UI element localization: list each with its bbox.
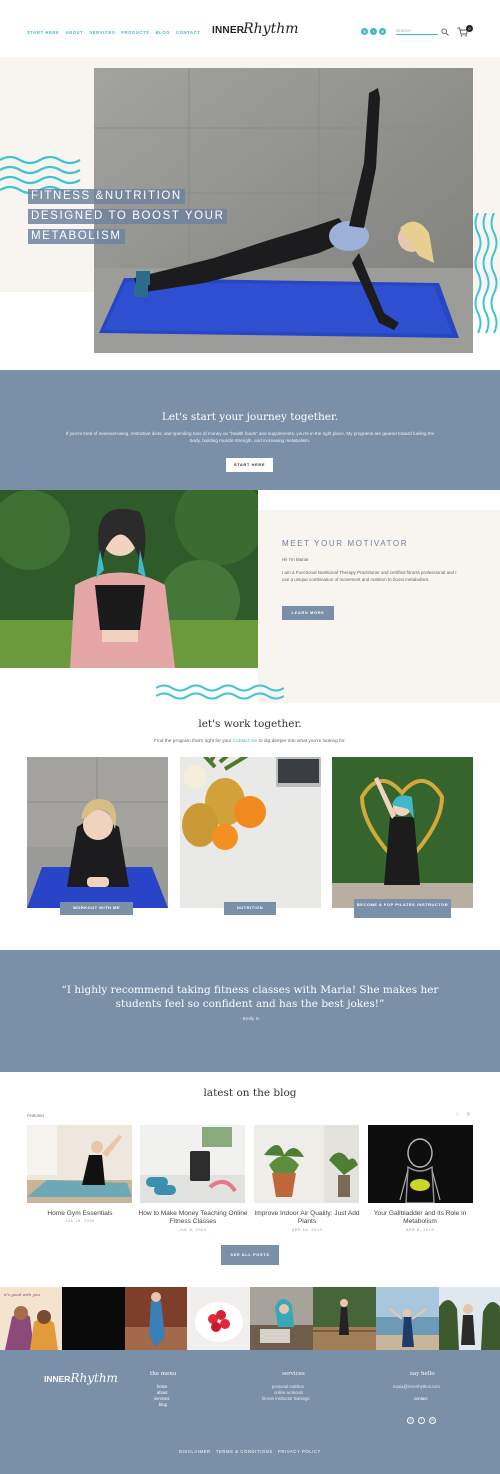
blog-post-title[interactable]: Improve Indoor Air Quality: Just Add Pla… xyxy=(252,1210,362,1226)
wave-decoration-right xyxy=(474,213,498,334)
site-logo[interactable]: INNER Rhythm xyxy=(212,22,299,36)
program-card-pilates[interactable] xyxy=(332,757,473,908)
footer-email-link[interactable]: maria@innerrhythmi.com xyxy=(393,1384,440,1390)
instagram-tile[interactable]: it's good with you xyxy=(0,1287,63,1350)
search-input[interactable]: SEARCH xyxy=(396,29,438,35)
cart-count-badge: 0 xyxy=(466,25,473,32)
main-nav: START HERE ABOUT SERVICES PRODUCTS BLOG … xyxy=(27,30,200,35)
see-all-posts-button[interactable]: SEE ALL POSTS xyxy=(221,1245,279,1265)
work-intro-text: to dig deeper into what you're looking f… xyxy=(258,739,346,744)
instagram-tile[interactable] xyxy=(439,1287,500,1350)
site-footer: INNER Rhythm the menu home about service… xyxy=(0,1350,500,1474)
disclaimer-link[interactable]: DISCLAIMER xyxy=(179,1449,211,1454)
search-icon[interactable] xyxy=(441,28,449,36)
nav-products[interactable]: PRODUCTS xyxy=(121,30,149,35)
contact-me-link[interactable]: Contact me xyxy=(233,739,258,744)
blog-post-title[interactable]: How to Make Money Teaching Online Fitnes… xyxy=(138,1210,248,1226)
footer-link-fitness-trainings[interactable]: fitness instructor trainings xyxy=(262,1396,309,1402)
hero-title-line: FITNESS &NUTRITION xyxy=(28,189,185,204)
footer-logo-rhythm: Rhythm xyxy=(70,1371,118,1385)
blog-post-image[interactable] xyxy=(368,1125,473,1203)
instagram-tile[interactable] xyxy=(313,1287,376,1350)
motivator-greeting: Hi! I'm Maria! xyxy=(282,557,309,562)
email-icon[interactable]: ✉ xyxy=(379,28,386,35)
program-card-nutrition[interactable] xyxy=(180,757,321,908)
blog-post-date: JUL 15, 2020 xyxy=(65,1219,95,1223)
pilates-instructor-button[interactable]: BECOME A POP PILATES INSTRUCTOR xyxy=(354,899,451,918)
motivator-heading: MEET YOUR MOTIVATOR xyxy=(282,539,409,548)
logo-inner-text: INNER xyxy=(212,25,245,36)
nav-about[interactable]: ABOUT xyxy=(65,30,83,35)
footer-menu-heading: the menu xyxy=(150,1371,177,1377)
hero-title-line: DESIGNED TO BOOST YOUR xyxy=(28,209,228,224)
footer-email-icon[interactable]: ✉ xyxy=(429,1417,436,1424)
start-here-button[interactable]: START HERE xyxy=(226,458,273,472)
instagram-tile[interactable] xyxy=(62,1287,125,1350)
footer-services-heading: services xyxy=(282,1371,305,1377)
testimonial-author: - Emily S. xyxy=(239,1017,261,1022)
footer-hello-heading: say hello xyxy=(410,1371,435,1377)
logo-rhythm-text: Rhythm xyxy=(243,21,299,37)
journey-body: If you're tired of overexercising, restr… xyxy=(65,431,435,443)
testimonial-quote: “I highly recommend taking fitness class… xyxy=(61,984,439,1010)
instagram-tile[interactable] xyxy=(250,1287,313,1350)
nav-blog[interactable]: BLOG xyxy=(156,30,171,35)
nutrition-button[interactable]: NUTRITION xyxy=(224,902,276,915)
nav-services[interactable]: SERVICES xyxy=(89,30,115,35)
legal-links: DISCLAIMER TERMS & CONDITIONS PRIVACY PO… xyxy=(0,1449,500,1454)
journey-section: Let's start your journey together. If yo… xyxy=(0,370,500,490)
hero-title-line: METABOLISM xyxy=(28,229,125,244)
blog-post-image[interactable] xyxy=(27,1125,132,1203)
instagram-icon[interactable]: ◎ xyxy=(361,28,368,35)
instagram-tile[interactable] xyxy=(187,1287,250,1350)
facebook-icon[interactable]: f xyxy=(370,28,377,35)
program-card-workout[interactable] xyxy=(27,757,168,908)
blog-post-title[interactable]: Home Gym Essentials xyxy=(25,1210,135,1218)
blog-heading: latest on the blog xyxy=(203,1087,297,1099)
testimonial-section: “I highly recommend taking fitness class… xyxy=(0,950,500,1072)
motivator-body: I am a Functional Nutritional Therapy Pr… xyxy=(282,570,457,582)
blog-post-image[interactable] xyxy=(254,1125,359,1203)
work-intro-text: Find the program that's right for you! xyxy=(154,739,232,744)
learn-more-button[interactable]: LEARN MORE xyxy=(282,606,334,620)
blog-post-date: JUL 6, 2020 xyxy=(179,1228,207,1232)
blog-post-date: SEP 16, 2019 xyxy=(291,1228,323,1232)
instagram-tile[interactable] xyxy=(125,1287,188,1350)
footer-contact-link[interactable]: contact xyxy=(414,1396,428,1402)
journey-heading: Let's start your journey together. xyxy=(161,411,339,423)
work-intro: Find the program that's right for you! C… xyxy=(0,739,500,744)
terms-link[interactable]: TERMS & CONDITIONS xyxy=(216,1449,273,1454)
wave-decoration-center xyxy=(156,684,284,700)
instagram-tile[interactable] xyxy=(376,1287,439,1350)
nav-start-here[interactable]: START HERE xyxy=(27,30,59,35)
footer-logo-inner: INNER xyxy=(44,1374,71,1384)
carousel-next-arrow[interactable]: › xyxy=(467,1109,470,1118)
hero-title: FITNESS &NUTRITION DESIGNED TO BOOST YOU… xyxy=(28,186,228,246)
blog-post-image[interactable] xyxy=(140,1125,245,1203)
footer-instagram-icon[interactable]: ◎ xyxy=(407,1417,414,1424)
carousel-prev-arrow[interactable]: ‹ xyxy=(456,1109,459,1118)
instagram-tile-text: it's good with you xyxy=(4,1292,40,1297)
footer-facebook-icon[interactable]: f xyxy=(418,1417,425,1424)
footer-logo[interactable]: INNER Rhythm xyxy=(44,1372,118,1384)
privacy-policy-link[interactable]: PRIVACY POLICY xyxy=(278,1449,321,1454)
nav-contact[interactable]: CONTACT xyxy=(176,30,200,35)
blog-post-title[interactable]: Your Gallbladder and its Role in Metabol… xyxy=(365,1210,475,1226)
footer-link-blog[interactable]: blog xyxy=(159,1402,167,1408)
blog-post-date: APR 8, 2019 xyxy=(405,1228,435,1232)
workout-with-me-button[interactable]: WORKOUT WITH ME xyxy=(60,902,133,915)
featured-label: Featured xyxy=(27,1113,44,1118)
work-heading: let's work together. xyxy=(198,718,302,730)
motivator-photo xyxy=(0,490,258,668)
